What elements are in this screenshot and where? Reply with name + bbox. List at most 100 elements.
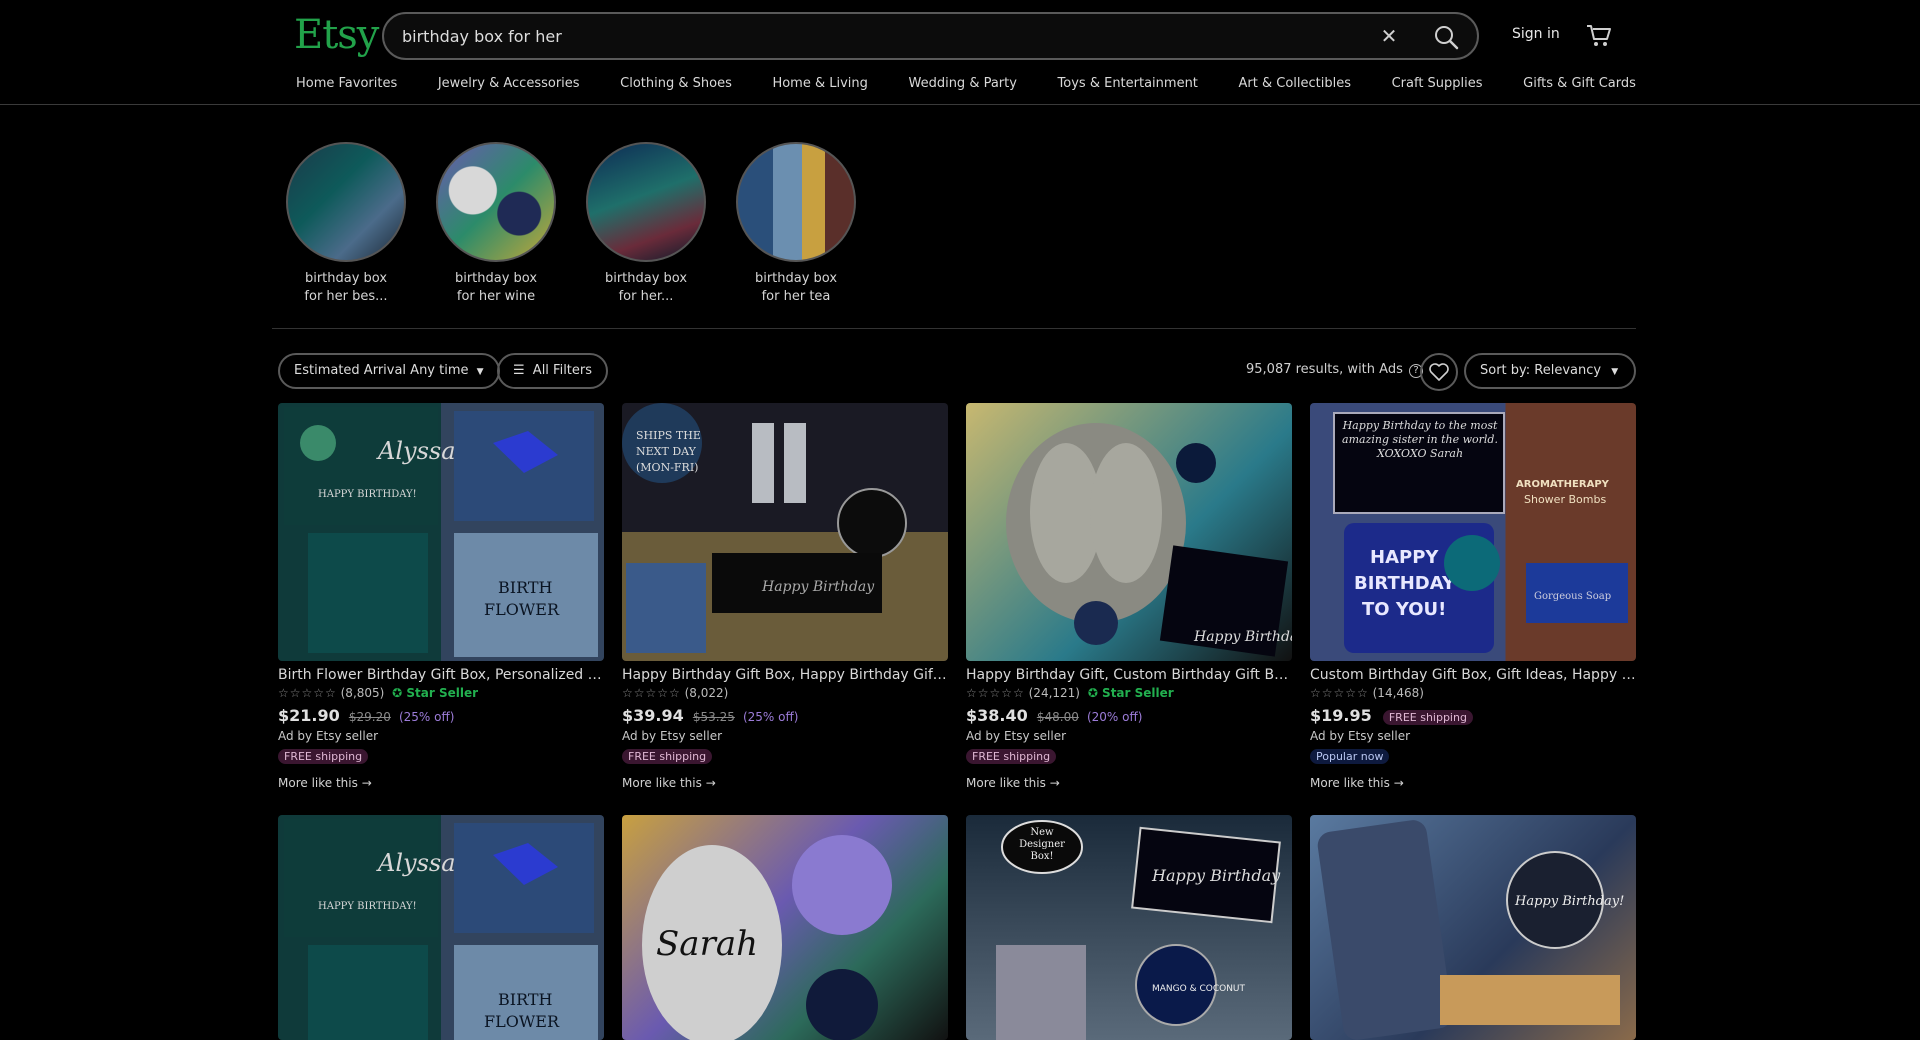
sort-dropdown[interactable]: Sort by: Relevancy ▼ (1464, 353, 1636, 389)
product-image[interactable]: SHIPS THE NEXT DAY (MON-FRI) Happy Birth… (622, 403, 948, 661)
product-card[interactable]: Happy Birthday! (1310, 815, 1636, 1040)
category-nav: Home Favorites Jewelry & Accessories Clo… (296, 76, 1636, 96)
arrow-right-icon: → (361, 776, 372, 790)
free-shipping-badge: FREE shipping (966, 749, 1057, 764)
arrow-right-icon: → (705, 776, 716, 790)
header: Etsy ✕ Sign in Home Favorites Jewelry & … (0, 0, 1920, 105)
related-searches: birthday box for her bes... birthday box f… (286, 142, 856, 306)
product-image[interactable]: Alyssa HAPPY BIRTHDAY! BIRTH FLOWER (278, 403, 604, 661)
search-bar[interactable]: ✕ (382, 12, 1479, 60)
svg-text:Happy Birthday!: Happy Birthday! (1514, 894, 1624, 909)
star-rating-icon: ☆☆☆☆☆ (1310, 686, 1369, 700)
product-image[interactable]: Happy Birthday (966, 403, 1292, 661)
product-image[interactable]: New Designer Box! Happy Birthday MANGO &… (966, 815, 1292, 1040)
filter-icon: ☰ (513, 363, 525, 378)
svg-text:Sarah: Sarah (656, 924, 758, 964)
product-image[interactable]: Happy Birthday! (1310, 815, 1636, 1040)
etsy-logo[interactable]: Etsy (294, 12, 379, 58)
category-clothing[interactable]: Clothing & Shoes (620, 76, 732, 96)
related-search-item[interactable]: birthday box for her bes... (286, 142, 406, 306)
product-rating: ☆☆☆☆☆ (24,121) ✪ Star Seller (966, 686, 1174, 700)
svg-text:NEXT DAY: NEXT DAY (636, 445, 697, 458)
star-seller-badge: ✪ Star Seller (1087, 686, 1174, 700)
estimated-arrival-filter[interactable]: Estimated Arrival Any time ▼ (278, 353, 500, 389)
category-toys[interactable]: Toys & Entertainment (1058, 76, 1198, 96)
chevron-down-icon: ▼ (476, 367, 484, 377)
section-divider (272, 328, 1636, 329)
svg-text:HAPPY: HAPPY (1370, 547, 1439, 568)
product-title[interactable]: Custom Birthday Gift Box, Gift Ideas, Ha… (1310, 667, 1636, 683)
star-rating-icon: ☆☆☆☆☆ (622, 686, 681, 700)
related-search-item[interactable]: birthday box for her... (586, 142, 706, 306)
svg-text:BIRTH: BIRTH (498, 990, 553, 1009)
svg-text:HAPPY BIRTHDAY!: HAPPY BIRTHDAY! (318, 901, 417, 912)
product-card[interactable]: Happy Birthday Happy Birthday Gift, Cust… (966, 403, 1292, 790)
product-card[interactable]: Alyssa HAPPY BIRTHDAY! BIRTH FLOWER (278, 815, 604, 1040)
svg-text:BIRTHDAY: BIRTHDAY (1354, 573, 1456, 594)
product-card[interactable]: Alyssa HAPPY BIRTHDAY! BIRTH FLOWER Birt… (278, 403, 604, 790)
arrival-filter-label: Estimated Arrival Any time (294, 363, 469, 378)
svg-text:Alyssa: Alyssa (376, 437, 456, 465)
product-image[interactable]: Alyssa HAPPY BIRTHDAY! BIRTH FLOWER (278, 815, 604, 1040)
svg-text:MANGO & COCONUT: MANGO & COCONUT (1152, 984, 1246, 994)
product-title[interactable]: Birth Flower Birthday Gift Box, Personal… (278, 667, 604, 683)
svg-text:FLOWER: FLOWER (484, 1012, 560, 1031)
category-jewelry[interactable]: Jewelry & Accessories (438, 76, 580, 96)
free-shipping-badge: FREE shipping (278, 749, 369, 764)
more-like-this-link[interactable]: More like this → (966, 776, 1292, 790)
svg-text:Happy Birthday: Happy Birthday (761, 579, 875, 595)
related-search-label: birthday box for her... (604, 271, 688, 304)
product-card[interactable]: SHIPS THE NEXT DAY (MON-FRI) Happy Birth… (622, 403, 948, 790)
save-search-button[interactable] (1420, 353, 1458, 391)
svg-text:BIRTH: BIRTH (498, 578, 553, 597)
category-art[interactable]: Art & Collectibles (1239, 76, 1351, 96)
category-craft[interactable]: Craft Supplies (1392, 76, 1483, 96)
svg-text:AROMATHERAPY: AROMATHERAPY (1516, 479, 1610, 490)
product-rating: ☆☆☆☆☆ (8,022) (622, 686, 729, 700)
popular-now-badge: Popular now (1310, 749, 1390, 764)
product-price: $19.95 FREE shipping (1310, 706, 1636, 725)
ad-label: Ad by Etsy seller (1310, 729, 1411, 743)
cart-icon[interactable] (1584, 20, 1614, 50)
results-count: 95,087 results, with Ads ? (1246, 362, 1423, 378)
sign-in-link[interactable]: Sign in (1512, 26, 1560, 42)
search-icon[interactable] (1431, 22, 1461, 52)
star-seller-badge: ✪ Star Seller (392, 686, 479, 700)
product-card[interactable]: New Designer Box! Happy Birthday MANGO &… (966, 815, 1292, 1040)
more-like-this-link[interactable]: More like this → (278, 776, 604, 790)
svg-text:Shower Bombs: Shower Bombs (1524, 493, 1606, 506)
category-home-living[interactable]: Home & Living (772, 76, 867, 96)
related-search-item[interactable]: birthday box for her tea (736, 142, 856, 306)
close-icon[interactable]: ✕ (1377, 24, 1401, 48)
category-gifts[interactable]: Gifts & Gift Cards (1523, 76, 1636, 96)
product-image[interactable]: Sarah (622, 815, 948, 1040)
sort-label: Sort by: Relevancy (1480, 363, 1602, 378)
category-wedding[interactable]: Wedding & Party (908, 76, 1016, 96)
related-search-item[interactable]: birthday box for her wine (436, 142, 556, 306)
product-card[interactable]: Sarah (622, 815, 948, 1040)
svg-text:Gorgeous Soap: Gorgeous Soap (1534, 591, 1611, 602)
all-filters-label: All Filters (532, 363, 593, 378)
svg-text:HAPPY BIRTHDAY!: HAPPY BIRTHDAY! (318, 489, 417, 500)
related-search-image (586, 142, 706, 262)
category-home-favorites[interactable]: Home Favorites (296, 76, 397, 96)
ad-label: Ad by Etsy seller (278, 729, 379, 743)
svg-text:Happy Birthday: Happy Birthday (1193, 629, 1292, 645)
product-image[interactable]: Happy Birthday to the most amazing siste… (1310, 403, 1636, 661)
product-title[interactable]: Happy Birthday Gift Box, Happy Birthday … (622, 667, 948, 683)
arrow-right-icon: → (1049, 776, 1060, 790)
product-rating: ☆☆☆☆☆ (14,468) (1310, 686, 1424, 700)
product-title[interactable]: Happy Birthday Gift, Custom Birthday Gif… (966, 667, 1292, 683)
more-like-this-link[interactable]: More like this → (1310, 776, 1636, 790)
product-card[interactable]: Happy Birthday to the most amazing siste… (1310, 403, 1636, 790)
search-input[interactable] (402, 24, 1342, 48)
related-search-label: birthday box for her wine (454, 271, 538, 304)
product-price: $21.90 $29.20 (25% off) (278, 706, 455, 725)
more-like-this-link[interactable]: More like this → (622, 776, 948, 790)
product-rating: ☆☆☆☆☆ (8,805) ✪ Star Seller (278, 686, 479, 700)
svg-text:FLOWER: FLOWER (484, 600, 560, 619)
all-filters-button[interactable]: ☰ All Filters (497, 353, 609, 389)
product-price: $38.40 $48.00 (20% off) (966, 706, 1143, 725)
star-rating-icon: ☆☆☆☆☆ (966, 686, 1025, 700)
related-search-image (286, 142, 406, 262)
